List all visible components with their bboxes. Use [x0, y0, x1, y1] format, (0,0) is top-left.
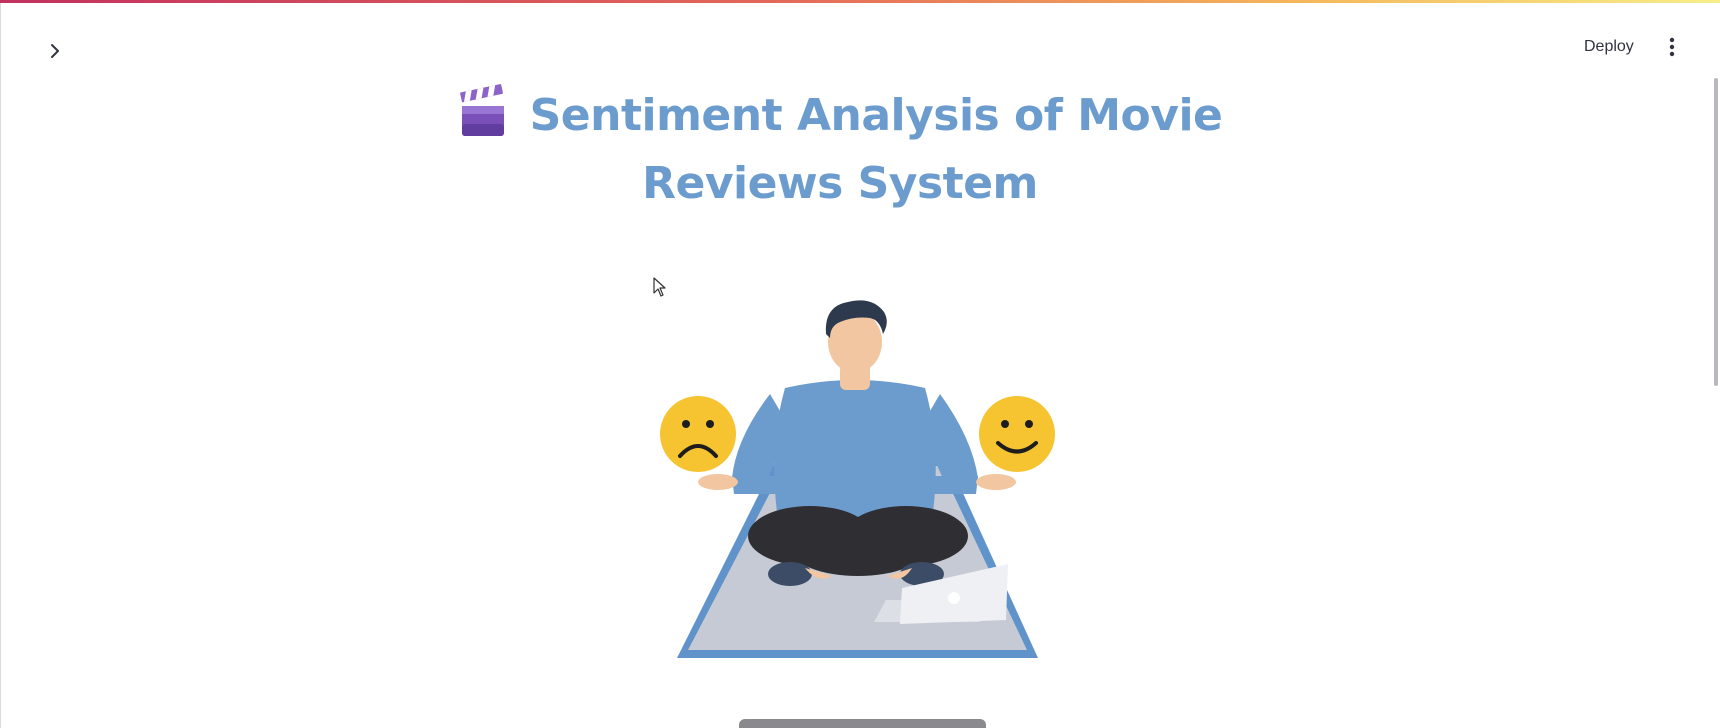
- bottom-scroll-element: [739, 719, 986, 728]
- scrollbar-thumb[interactable]: [1714, 78, 1718, 386]
- title-block: Sentiment Analysis of Movie Reviews Syst…: [400, 82, 1280, 218]
- vertical-ellipsis-icon: [1669, 37, 1675, 57]
- page-title: Sentiment Analysis of Movie Reviews Syst…: [400, 82, 1280, 218]
- app-container: Deploy Sentiment Analysis of Movie Revie…: [0, 0, 1720, 728]
- clapper-board-icon: [459, 84, 504, 136]
- chevron-right-icon: [51, 44, 59, 58]
- deploy-button[interactable]: Deploy: [1576, 34, 1642, 60]
- header-decoration-bar: [0, 0, 1720, 3]
- sad-emoji-icon: [660, 396, 736, 472]
- sidebar-toggle-button[interactable]: [40, 36, 70, 66]
- hero-illustration: [660, 300, 1055, 658]
- main-menu-button[interactable]: [1660, 32, 1684, 62]
- happy-emoji-icon: [979, 396, 1055, 472]
- window-left-border: [0, 3, 1, 728]
- page-title-text: Sentiment Analysis of Movie Reviews Syst…: [529, 90, 1223, 209]
